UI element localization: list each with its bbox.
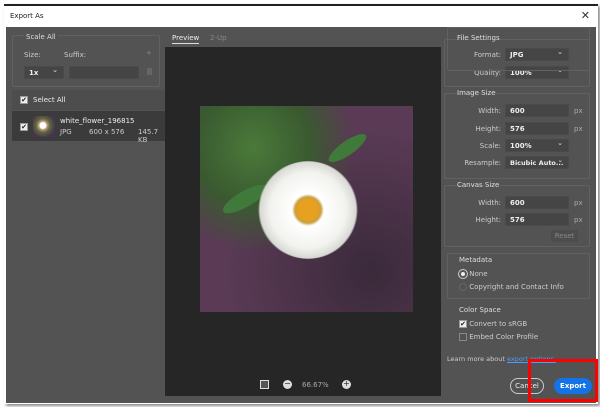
- dialog-body: Scale All Size: Suffix: + 1x ✔ Select Al…: [6, 27, 596, 403]
- convert-srgb-checkbox[interactable]: ✔: [459, 320, 467, 328]
- flower: [258, 161, 358, 259]
- canvas-height-unit: px: [574, 216, 583, 224]
- export-as-dialog: Export As ✕ Scale All Size: Suffix: + 1x…: [4, 4, 598, 404]
- image-width-unit: px: [574, 107, 583, 115]
- size-select[interactable]: 1x: [24, 66, 64, 79]
- select-all-checkbox[interactable]: ✔: [20, 96, 28, 104]
- metadata-none-label: None: [469, 270, 488, 278]
- select-all-row[interactable]: ✔ Select All: [12, 90, 166, 110]
- canvas-height-input[interactable]: 576: [505, 213, 569, 226]
- canvas-width-label: Width:: [478, 199, 501, 207]
- window-title: Export As: [10, 12, 44, 20]
- embed-profile-option[interactable]: ✔ Embed Color Profile: [459, 333, 538, 341]
- image-width-label: Width:: [478, 107, 501, 115]
- image-height-label: Height:: [475, 125, 502, 133]
- radio-selected[interactable]: [458, 269, 468, 279]
- close-icon[interactable]: ✕: [581, 9, 590, 22]
- metadata-copyright-label: Copyright and Contact Info: [469, 283, 564, 291]
- reset-button[interactable]: Reset: [551, 230, 578, 242]
- preview-image: [200, 106, 413, 312]
- canvas-size-title: Canvas Size: [457, 181, 500, 189]
- image-size-title: Image Size: [457, 89, 496, 97]
- image-width-input[interactable]: 600: [505, 104, 569, 117]
- file-size: 145.7 KB: [138, 128, 159, 144]
- resample-label: Resample:: [464, 159, 501, 167]
- convert-srgb-option[interactable]: ✔ Convert to sRGB: [459, 320, 527, 328]
- file-checkbox[interactable]: ✔: [20, 123, 28, 131]
- suffix-label: Suffix:: [64, 51, 87, 59]
- resample-select[interactable]: Bicubic Auto...: [505, 156, 569, 169]
- radio-unselected[interactable]: [459, 283, 467, 291]
- scale-select[interactable]: 100%: [505, 139, 569, 152]
- convert-srgb-label: Convert to sRGB: [469, 320, 528, 328]
- scale-all-title: Scale All: [24, 33, 58, 41]
- size-label: Size:: [24, 51, 41, 59]
- canvas-height-label: Height:: [475, 216, 502, 224]
- file-dimensions: 600 x 576: [89, 128, 125, 136]
- file-format: JPG: [60, 128, 72, 136]
- embed-profile-label: Embed Color Profile: [469, 333, 539, 341]
- trash-icon[interactable]: [147, 68, 152, 75]
- select-all-label: Select All: [33, 96, 66, 104]
- add-icon[interactable]: +: [146, 49, 152, 57]
- zoom-in-icon[interactable]: +: [342, 380, 351, 389]
- metadata-copyright-option[interactable]: Copyright and Contact Info: [459, 283, 564, 291]
- image-height-input[interactable]: 576: [505, 122, 569, 135]
- leaf: [325, 129, 370, 167]
- tab-preview[interactable]: Preview: [172, 34, 200, 44]
- zoom-level: 66.67%: [302, 381, 329, 389]
- canvas-width-input[interactable]: 600: [505, 196, 569, 209]
- file-name: white_flower_196815: [60, 117, 135, 125]
- tab-2-up[interactable]: 2-Up: [210, 34, 227, 42]
- metadata-none-option[interactable]: None: [458, 269, 488, 279]
- metadata-title: Metadata: [459, 256, 493, 264]
- color-space-group: [447, 27, 590, 71]
- color-space-title: Color Space: [459, 306, 501, 314]
- highlight-box: [528, 359, 598, 402]
- fit-screen-icon[interactable]: [260, 380, 269, 389]
- file-list-item[interactable]: ✔ white_flower_196815 JPG 600 x 576 145.…: [12, 111, 166, 144]
- file-thumbnail: [33, 116, 55, 137]
- preview-canvas: − 66.67% +: [165, 47, 441, 396]
- learn-more-label: Learn more about: [447, 355, 505, 363]
- scale-all-group: [12, 35, 160, 87]
- scale-label: Scale:: [479, 142, 501, 150]
- embed-profile-checkbox[interactable]: ✔: [459, 333, 467, 341]
- suffix-input[interactable]: [69, 66, 139, 79]
- image-height-unit: px: [574, 125, 583, 133]
- zoom-out-icon[interactable]: −: [283, 380, 292, 389]
- canvas-width-unit: px: [574, 199, 583, 207]
